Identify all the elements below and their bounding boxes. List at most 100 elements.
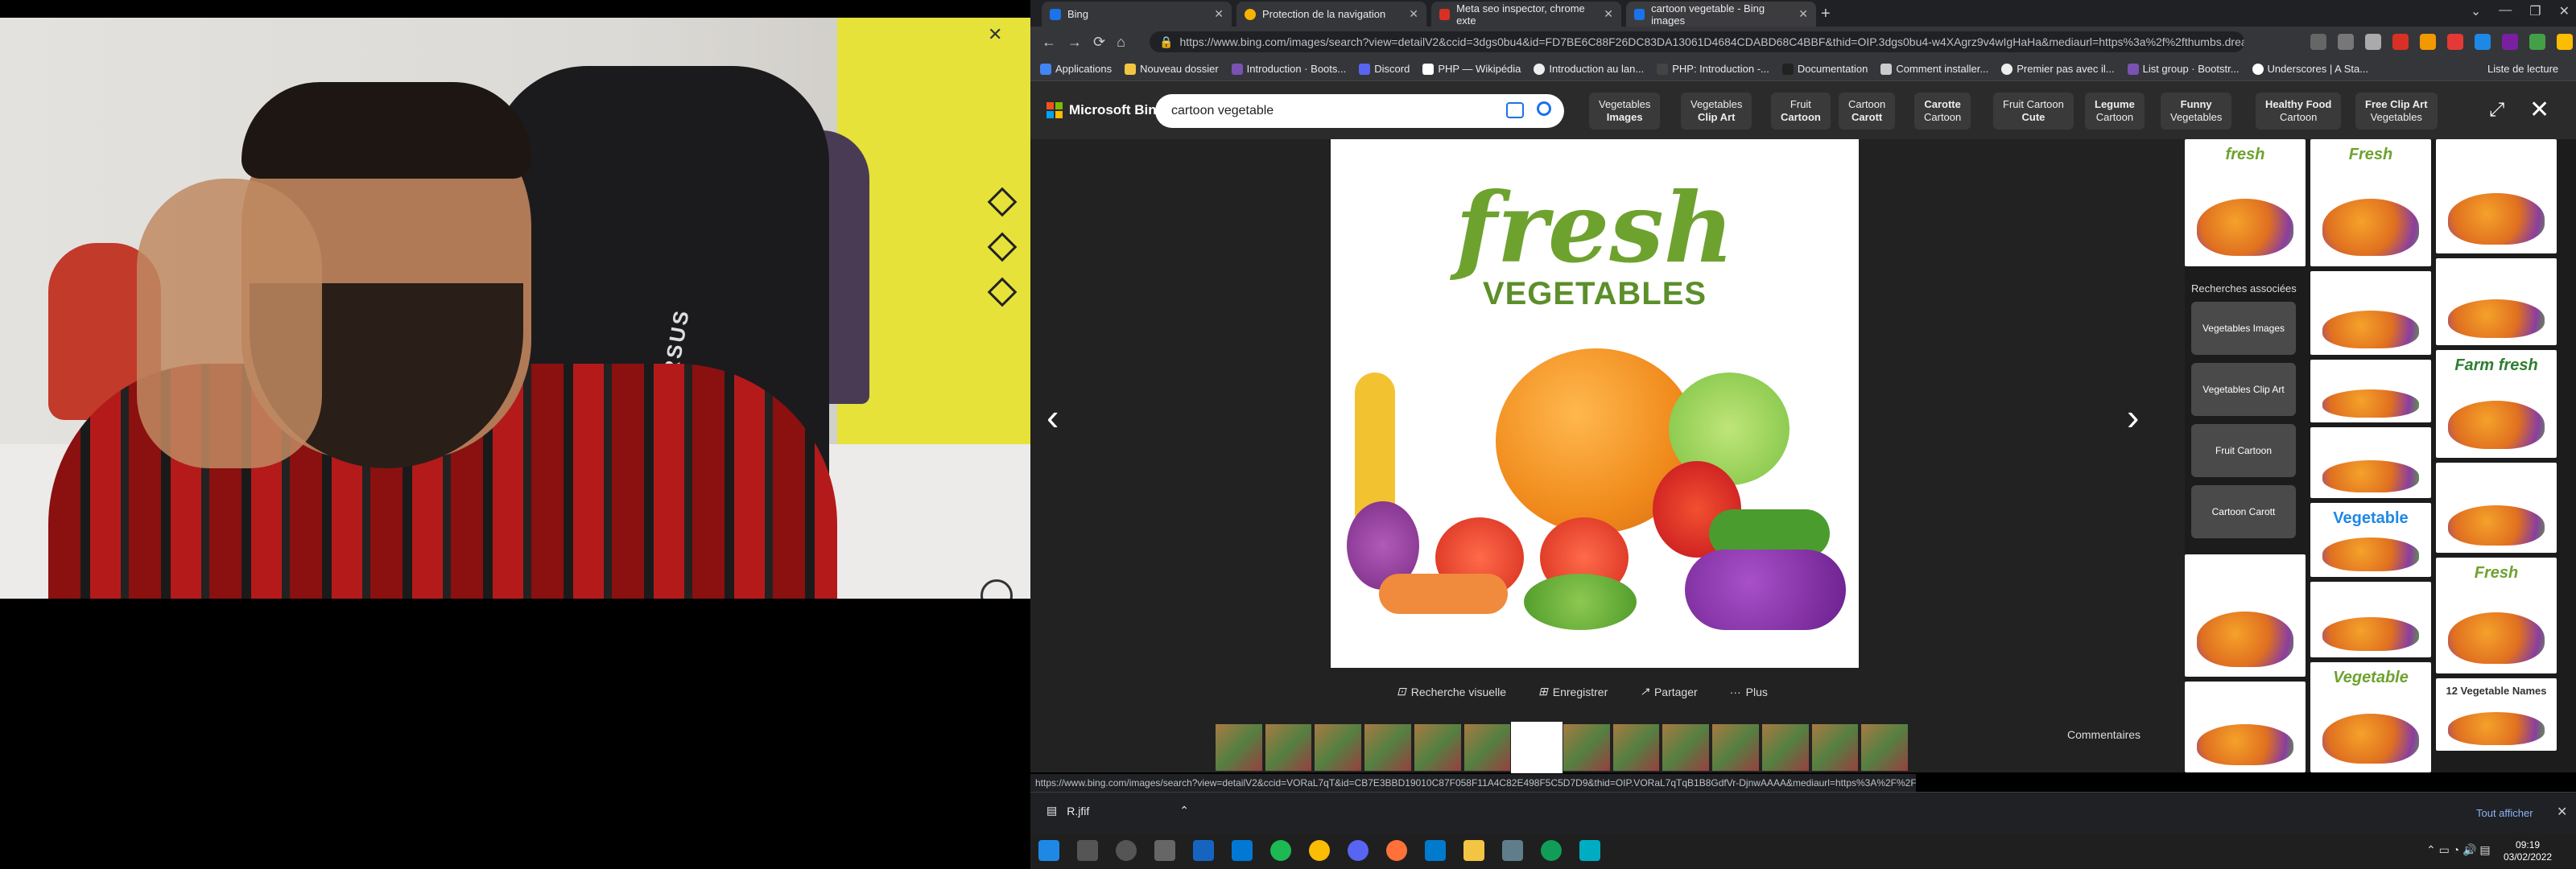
related-image[interactable]: Vegetable	[2310, 662, 2431, 772]
close-icon[interactable]: ✕	[1604, 7, 1613, 21]
bookmark[interactable]: Documentation	[1781, 63, 1868, 75]
related-search[interactable]: Vegetables Images	[2191, 302, 2296, 355]
close-icon[interactable]: ✕	[988, 24, 1002, 45]
related-image[interactable]: Fresh	[2436, 558, 2557, 673]
search-input[interactable]: cartoon vegetable	[1155, 94, 1564, 128]
visual-search-icon[interactable]	[1506, 102, 1524, 118]
chrome-icon[interactable]	[1309, 840, 1330, 861]
related-image[interactable]	[2185, 682, 2306, 772]
thumbnail[interactable]	[1216, 724, 1262, 771]
home-icon[interactable]: ⌂	[1117, 34, 1125, 51]
app-icon[interactable]	[1579, 840, 1600, 861]
share-icon[interactable]	[2310, 34, 2326, 50]
related-chip[interactable]: Cartoon Carott	[1839, 93, 1896, 130]
thumbnail[interactable]	[1861, 724, 1909, 771]
forward-icon[interactable]: →	[1067, 34, 1082, 51]
related-search[interactable]: Vegetables Clip Art	[2191, 363, 2296, 416]
close-icon[interactable]: ✕	[1409, 7, 1418, 21]
calculator-icon[interactable]	[1193, 840, 1214, 861]
chevron-down-icon[interactable]: ⌄	[2471, 3, 2481, 19]
related-image[interactable]	[2436, 139, 2557, 253]
visual-search-button[interactable]: ⊡ Recherche visuelle	[1397, 685, 1506, 698]
thumbnail[interactable]	[1761, 724, 1809, 771]
bookmark[interactable]: List group · Bootstr...	[2127, 63, 2240, 75]
reload-icon[interactable]: ⟳	[1093, 34, 1105, 51]
thumbnail[interactable]	[1463, 724, 1511, 771]
bookmark[interactable]: Discord	[1359, 63, 1410, 75]
vscode-icon[interactable]	[1425, 840, 1446, 861]
related-image[interactable]	[2310, 427, 2431, 498]
extension-icon[interactable]	[2557, 34, 2573, 50]
task-view-icon[interactable]	[1154, 840, 1175, 861]
edge-icon[interactable]	[1541, 840, 1562, 861]
minimize-icon[interactable]: —	[2499, 3, 2512, 19]
related-image[interactable]	[2310, 360, 2431, 422]
related-chip[interactable]: Vegetables Images	[1589, 93, 1661, 130]
tab-protection[interactable]: Protection de la navigation ✕	[1236, 2, 1426, 27]
thumbnail[interactable]	[1563, 724, 1610, 771]
related-chip[interactable]: Legume Cartoon	[2085, 93, 2145, 130]
thumbnail-selected[interactable]	[1511, 722, 1563, 773]
extension-icon[interactable]	[2502, 34, 2518, 50]
thumbnail[interactable]	[1315, 724, 1362, 771]
thumbnail[interactable]	[1265, 724, 1312, 771]
bookmark[interactable]: Introduction · Boots...	[1231, 63, 1346, 75]
discord-icon[interactable]	[1348, 840, 1368, 861]
bookmark[interactable]: Underscores | A Sta...	[2252, 63, 2368, 75]
thumbnail[interactable]	[1811, 724, 1859, 771]
chevron-up-icon[interactable]: ⌃	[1179, 804, 1189, 818]
spotify-icon[interactable]	[1270, 840, 1291, 861]
search-icon[interactable]	[1077, 840, 1098, 861]
bookmark[interactable]: Nouveau dossier	[1125, 63, 1219, 75]
url-field[interactable]: 🔒 https://www.bing.com/images/search?vie…	[1150, 31, 2244, 52]
thumbnail[interactable]	[1612, 724, 1660, 771]
thumbnail[interactable]	[1364, 724, 1411, 771]
thumbnail[interactable]	[1414, 724, 1461, 771]
back-icon[interactable]: ←	[1042, 34, 1056, 51]
related-image[interactable]: Fresh	[2310, 139, 2431, 266]
related-image[interactable]	[2436, 258, 2557, 345]
extension-icon[interactable]	[2392, 34, 2409, 50]
related-image[interactable]	[2436, 463, 2557, 553]
bookmark[interactable]: Premier pas avec il...	[2001, 63, 2115, 75]
tab-meta-seo[interactable]: Meta seo inspector, chrome exte ✕	[1431, 2, 1621, 27]
thumbnail[interactable]	[1712, 724, 1759, 771]
cortana-icon[interactable]	[1116, 840, 1137, 861]
related-search[interactable]: Fruit Cartoon	[2191, 424, 2296, 477]
related-search[interactable]: Cartoon Carott	[2191, 485, 2296, 538]
clock[interactable]: 09:19 03/02/2022	[2504, 839, 2552, 863]
related-image[interactable]: 12 Vegetable Names	[2436, 678, 2557, 751]
close-icon[interactable]: ✕	[2529, 96, 2549, 124]
close-icon[interactable]: ✕	[2557, 804, 2567, 820]
related-chip[interactable]: Fruit Cartoon	[1771, 93, 1831, 130]
bookmark[interactable]: Applications	[1040, 63, 1112, 75]
bookmark[interactable]: Comment installer...	[1880, 63, 1988, 75]
related-image[interactable]: fresh	[2185, 139, 2306, 266]
search-icon[interactable]	[1537, 101, 1551, 116]
bing-logo[interactable]: Microsoft Bing	[1046, 102, 1165, 118]
save-button[interactable]: ⊞ Enregistrer	[1538, 685, 1608, 698]
related-chip[interactable]: Fruit Cartoon Cute	[1993, 93, 2074, 130]
comments-link[interactable]: Commentaires	[2067, 728, 2140, 741]
show-all-button[interactable]: Tout afficher	[2476, 807, 2533, 819]
close-icon[interactable]: ✕	[2559, 3, 2570, 19]
photos-icon[interactable]	[1232, 840, 1253, 861]
bookmark[interactable]: Introduction au lan...	[1534, 63, 1644, 75]
thumbnail[interactable]	[1662, 724, 1710, 771]
download-item[interactable]: ▤ R.jfif ⌃	[1046, 804, 1189, 818]
expand-icon[interactable]: ⤢	[2489, 99, 2504, 121]
tab-bing[interactable]: Bing ✕	[1042, 2, 1232, 27]
share-button[interactable]: ↗ Partager	[1640, 685, 1697, 698]
related-image[interactable]	[2310, 582, 2431, 657]
tab-cartoon-vegetable[interactable]: cartoon vegetable - Bing images ✕	[1626, 2, 1816, 27]
camera-icon[interactable]	[1502, 840, 1523, 861]
next-image-icon[interactable]: ›	[2127, 395, 2139, 439]
related-image[interactable]	[2185, 554, 2306, 677]
previous-image-icon[interactable]: ‹	[1046, 395, 1059, 439]
firefox-icon[interactable]	[1386, 840, 1407, 861]
related-chip[interactable]: Free Clip Art Vegetables	[2355, 93, 2438, 130]
more-button[interactable]: ··· Plus	[1730, 685, 1768, 698]
related-chip[interactable]: Carotte Cartoon	[1914, 93, 1971, 130]
main-image[interactable]: fresh VEGETABLES	[1331, 139, 1859, 668]
star-icon[interactable]	[2365, 34, 2381, 50]
